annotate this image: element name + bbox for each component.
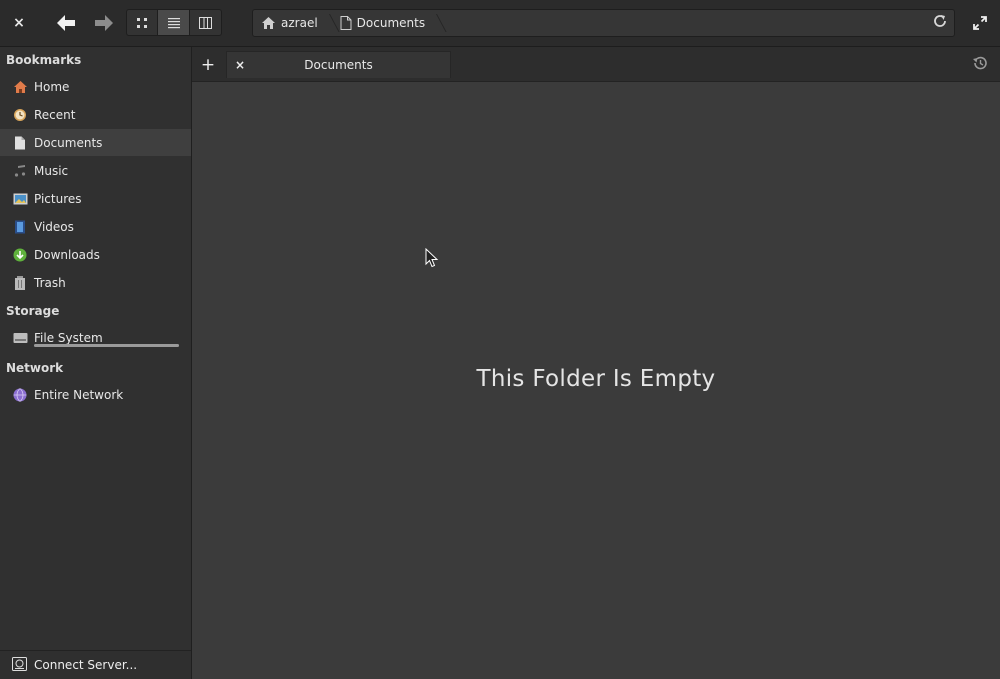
sidebar-item-documents[interactable]: Documents [0, 129, 191, 156]
storage-usage-fill [34, 344, 179, 347]
list-icon [167, 17, 180, 28]
tab-documents[interactable]: × Documents [226, 51, 451, 78]
sidebar-item-entire-network[interactable]: Entire Network [0, 381, 191, 408]
fullscreen-button[interactable] [968, 11, 992, 35]
sidebar-item-label: Pictures [34, 191, 82, 206]
clock-icon [12, 107, 28, 123]
drive-icon [12, 330, 28, 346]
breadcrumb-documents[interactable]: Documents [332, 10, 439, 36]
column-view-button[interactable] [190, 10, 221, 35]
sidebar-item-label: Documents [34, 135, 103, 150]
forward-button[interactable] [90, 9, 118, 37]
home-icon [261, 16, 276, 30]
closed-tabs-history-button[interactable] [972, 55, 990, 73]
storage-usage-bar [34, 344, 179, 347]
columns-icon [198, 16, 212, 29]
trash-icon [12, 275, 28, 291]
refresh-icon [934, 15, 946, 27]
sidebar-item-videos[interactable]: Videos [0, 213, 191, 240]
sidebar-item-trash[interactable]: Trash [0, 269, 191, 296]
sidebar-item-label: Recent [34, 107, 76, 122]
mouse-pointer-icon [425, 248, 439, 268]
new-tab-button[interactable]: + [198, 55, 218, 75]
tab-bar: + × Documents [192, 47, 1000, 82]
pictures-icon [12, 191, 28, 207]
tab-label: Documents [304, 58, 373, 72]
sidebar-item-label: Trash [34, 275, 66, 290]
download-icon [12, 247, 28, 263]
document-icon [340, 16, 352, 30]
home-icon [12, 79, 28, 95]
server-icon [12, 657, 28, 673]
sidebar-item-music[interactable]: Music [0, 157, 191, 184]
list-view-button[interactable] [158, 10, 190, 35]
sidebar-item-label: Entire Network [34, 387, 124, 402]
sidebar-item-downloads[interactable]: Downloads [0, 241, 191, 268]
reload-button[interactable] [932, 13, 950, 31]
back-button[interactable] [52, 9, 80, 37]
empty-folder-message: This Folder Is Empty [476, 366, 716, 392]
sidebar-item-label: Downloads [34, 247, 100, 262]
sidebar-item-label: Music [34, 163, 69, 178]
breadcrumb-home[interactable]: azrael [253, 10, 332, 36]
sidebar-item-label: Home [34, 79, 70, 94]
history-icon [973, 56, 987, 70]
videos-icon [12, 219, 28, 235]
tab-close-button[interactable]: × [227, 58, 253, 72]
fullscreen-icon [973, 16, 987, 30]
sidebar-heading-bookmarks: Bookmarks [6, 53, 82, 67]
breadcrumb-label: azrael [281, 16, 318, 30]
sidebar-item-pictures[interactable]: Pictures [0, 185, 191, 212]
sidebar-item-home[interactable]: Home [0, 73, 191, 100]
location-bar[interactable]: azrael Documents [252, 9, 955, 37]
arrow-left-icon [57, 15, 75, 31]
arrow-right-icon [95, 15, 113, 31]
sidebar-item-label: Videos [34, 219, 74, 234]
headerbar: × azrael Documents [0, 0, 1000, 47]
close-window-button[interactable]: × [6, 10, 32, 36]
connect-server-label: Connect Server... [34, 658, 138, 672]
sidebar-item-recent[interactable]: Recent [0, 101, 191, 128]
icon-view-button[interactable] [127, 10, 159, 35]
breadcrumb-label: Documents [356, 16, 426, 30]
file-view[interactable]: This Folder Is Empty [192, 82, 1000, 679]
sidebar-heading-storage: Storage [6, 304, 60, 318]
sidebar: Bookmarks Home Recent Documents Music Pi… [0, 47, 192, 679]
grid-icon [137, 17, 148, 28]
sidebar-heading-network: Network [6, 361, 64, 375]
connect-server-button[interactable]: Connect Server... [0, 650, 191, 679]
network-icon [12, 387, 28, 403]
music-icon [12, 163, 28, 179]
sidebar-item-label: File System [34, 330, 103, 345]
view-mode-switcher [126, 9, 222, 36]
document-icon [12, 135, 28, 151]
